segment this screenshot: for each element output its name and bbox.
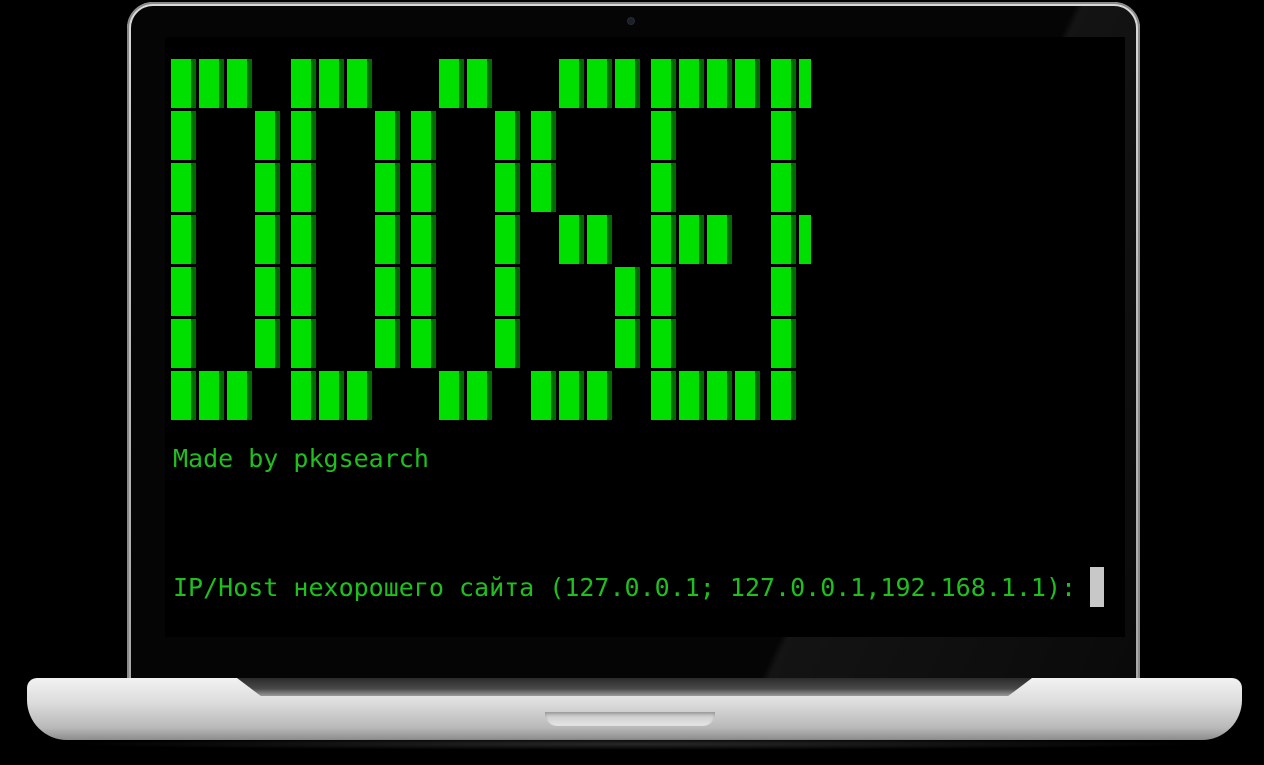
webcam-icon bbox=[628, 18, 634, 24]
ascii-letter-o bbox=[411, 59, 520, 420]
lid-notch bbox=[545, 712, 715, 726]
prompt-label: IP/Host нехорошего сайта (127.0.0.1; 127… bbox=[173, 572, 1077, 602]
credit-text: Made by pkgsearch bbox=[173, 444, 429, 473]
ascii-letter-s bbox=[531, 59, 640, 420]
input-prompt[interactable]: IP/Host нехорошего сайта (127.0.0.1; 127… bbox=[173, 567, 1105, 607]
laptop-base bbox=[27, 678, 1242, 740]
terminal-window[interactable]: Made by pkgsearch IP/Host нехорошего сай… bbox=[165, 37, 1125, 637]
ascii-letter-e bbox=[651, 59, 760, 420]
laptop-hinge bbox=[237, 678, 1032, 696]
ascii-banner-letters bbox=[171, 59, 811, 420]
ascii-banner bbox=[171, 59, 811, 420]
ascii-letter-d bbox=[291, 59, 400, 420]
cursor-block[interactable] bbox=[1090, 567, 1105, 607]
base-shadow bbox=[60, 738, 1210, 750]
ascii-letter-d bbox=[171, 59, 280, 420]
ascii-letter-r bbox=[771, 59, 811, 420]
laptop-mockup: Made by pkgsearch IP/Host нехорошего сай… bbox=[0, 0, 1264, 765]
